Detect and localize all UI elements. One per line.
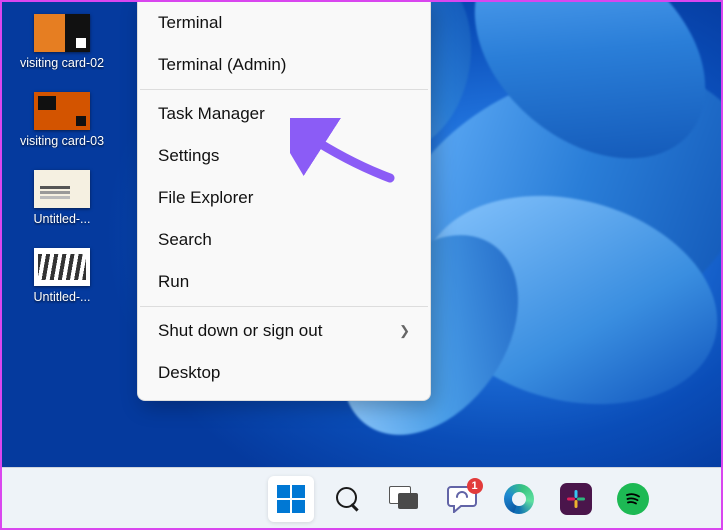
highlight-frame <box>0 0 723 530</box>
